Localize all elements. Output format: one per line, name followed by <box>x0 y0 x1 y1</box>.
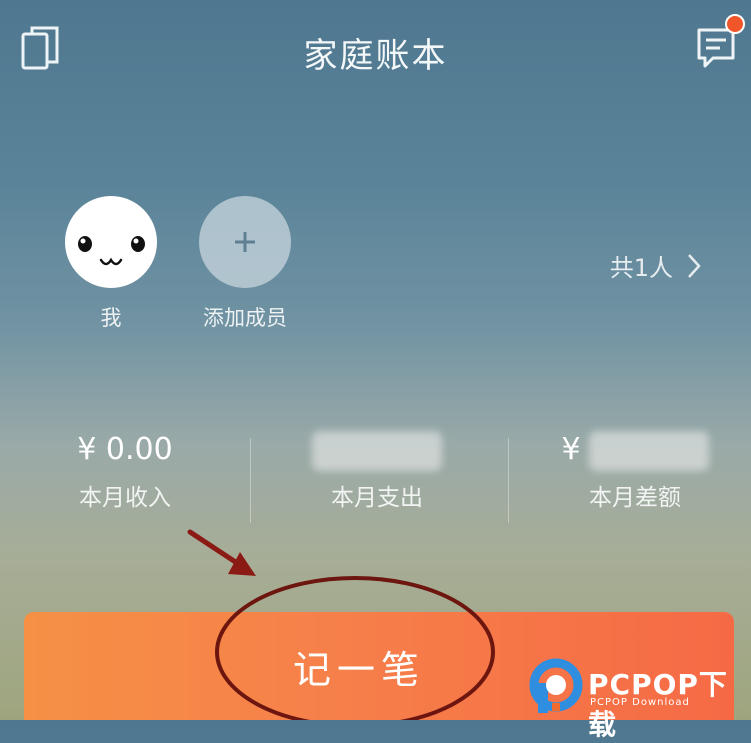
notification-dot <box>725 14 745 34</box>
top-bar: 家庭账本 <box>0 0 751 100</box>
expense-value <box>252 430 502 471</box>
pcpop-logo-icon <box>529 658 583 713</box>
balance-value: ¥ <box>510 430 751 471</box>
message-icon[interactable] <box>693 14 745 70</box>
members-section: 我 添加成员 共1人 <box>0 190 751 340</box>
page-title: 家庭账本 <box>303 36 448 76</box>
stat-balance: ¥ 本月差额 <box>510 430 751 512</box>
record-entry-label: 记一笔 <box>292 647 425 692</box>
add-member-avatar <box>199 196 291 288</box>
divider <box>250 438 251 523</box>
income-value: ¥ 0.00 <box>77 432 173 467</box>
divider <box>508 438 509 523</box>
arrow-icon <box>187 529 256 576</box>
member-label-me: 我 <box>100 306 122 330</box>
member-count: 共1人 <box>609 254 673 282</box>
blurred-amount <box>588 430 709 471</box>
balance-label: 本月差额 <box>589 485 681 511</box>
plus-icon <box>235 232 255 252</box>
member-me[interactable]: 我 <box>51 196 171 332</box>
add-member-button[interactable]: 添加成员 <box>185 196 305 332</box>
member-label-add: 添加成员 <box>203 306 287 330</box>
stat-expense: 本月支出 <box>252 430 502 512</box>
monthly-stats: ¥ 0.00 本月收入 本月支出 ¥ 本月差额 <box>0 430 751 530</box>
blurred-amount <box>312 430 442 471</box>
income-label: 本月收入 <box>79 485 171 511</box>
member-count-link[interactable]: 共1人 <box>610 248 701 283</box>
stat-income: ¥ 0.00 本月收入 <box>0 430 250 512</box>
face-avatar <box>65 196 157 288</box>
watermark-subtext: PCPOP Download <box>590 697 690 708</box>
watermark: PCPOP下载 PCPOP Download <box>528 655 748 741</box>
chevron-right-icon <box>688 253 701 278</box>
expense-label: 本月支出 <box>331 485 423 511</box>
